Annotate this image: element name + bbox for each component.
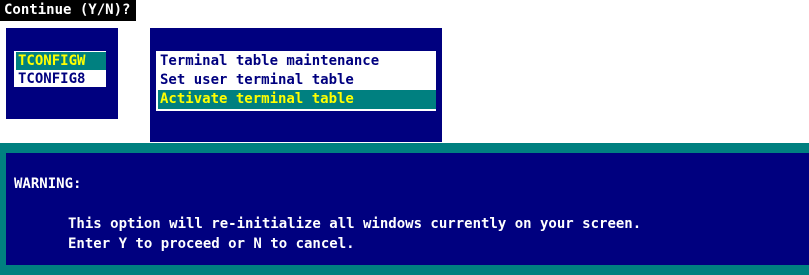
continue-prompt: Continue (Y/N)? [0, 0, 137, 21]
program-item-tconfigw[interactable]: TCONFIGW [16, 52, 106, 70]
terminal-menu: Terminal table maintenance Set user term… [154, 49, 438, 113]
menu-item-set-user-terminal-table[interactable]: Set user terminal table [158, 71, 436, 90]
warning-dialog: WARNING: This option will re-initialize … [0, 143, 809, 275]
program-list: TCONFIGW TCONFIG8 [12, 49, 108, 89]
program-list-window: TCONFIGW TCONFIG8 [6, 28, 118, 119]
program-item-tconfig8[interactable]: TCONFIG8 [16, 70, 106, 88]
warning-title: WARNING: [14, 176, 82, 192]
menu-item-activate-terminal-table[interactable]: Activate terminal table [158, 90, 436, 109]
warning-message-line: This option will re-initialize all windo… [68, 216, 642, 232]
warning-dialog-body: WARNING: This option will re-initialize … [6, 153, 809, 265]
menu-item-terminal-table-maintenance[interactable]: Terminal table maintenance [158, 52, 436, 71]
warning-instruction-line: Enter Y to proceed or N to cancel. [68, 236, 355, 252]
terminal-menu-window: Terminal table maintenance Set user term… [150, 28, 442, 142]
